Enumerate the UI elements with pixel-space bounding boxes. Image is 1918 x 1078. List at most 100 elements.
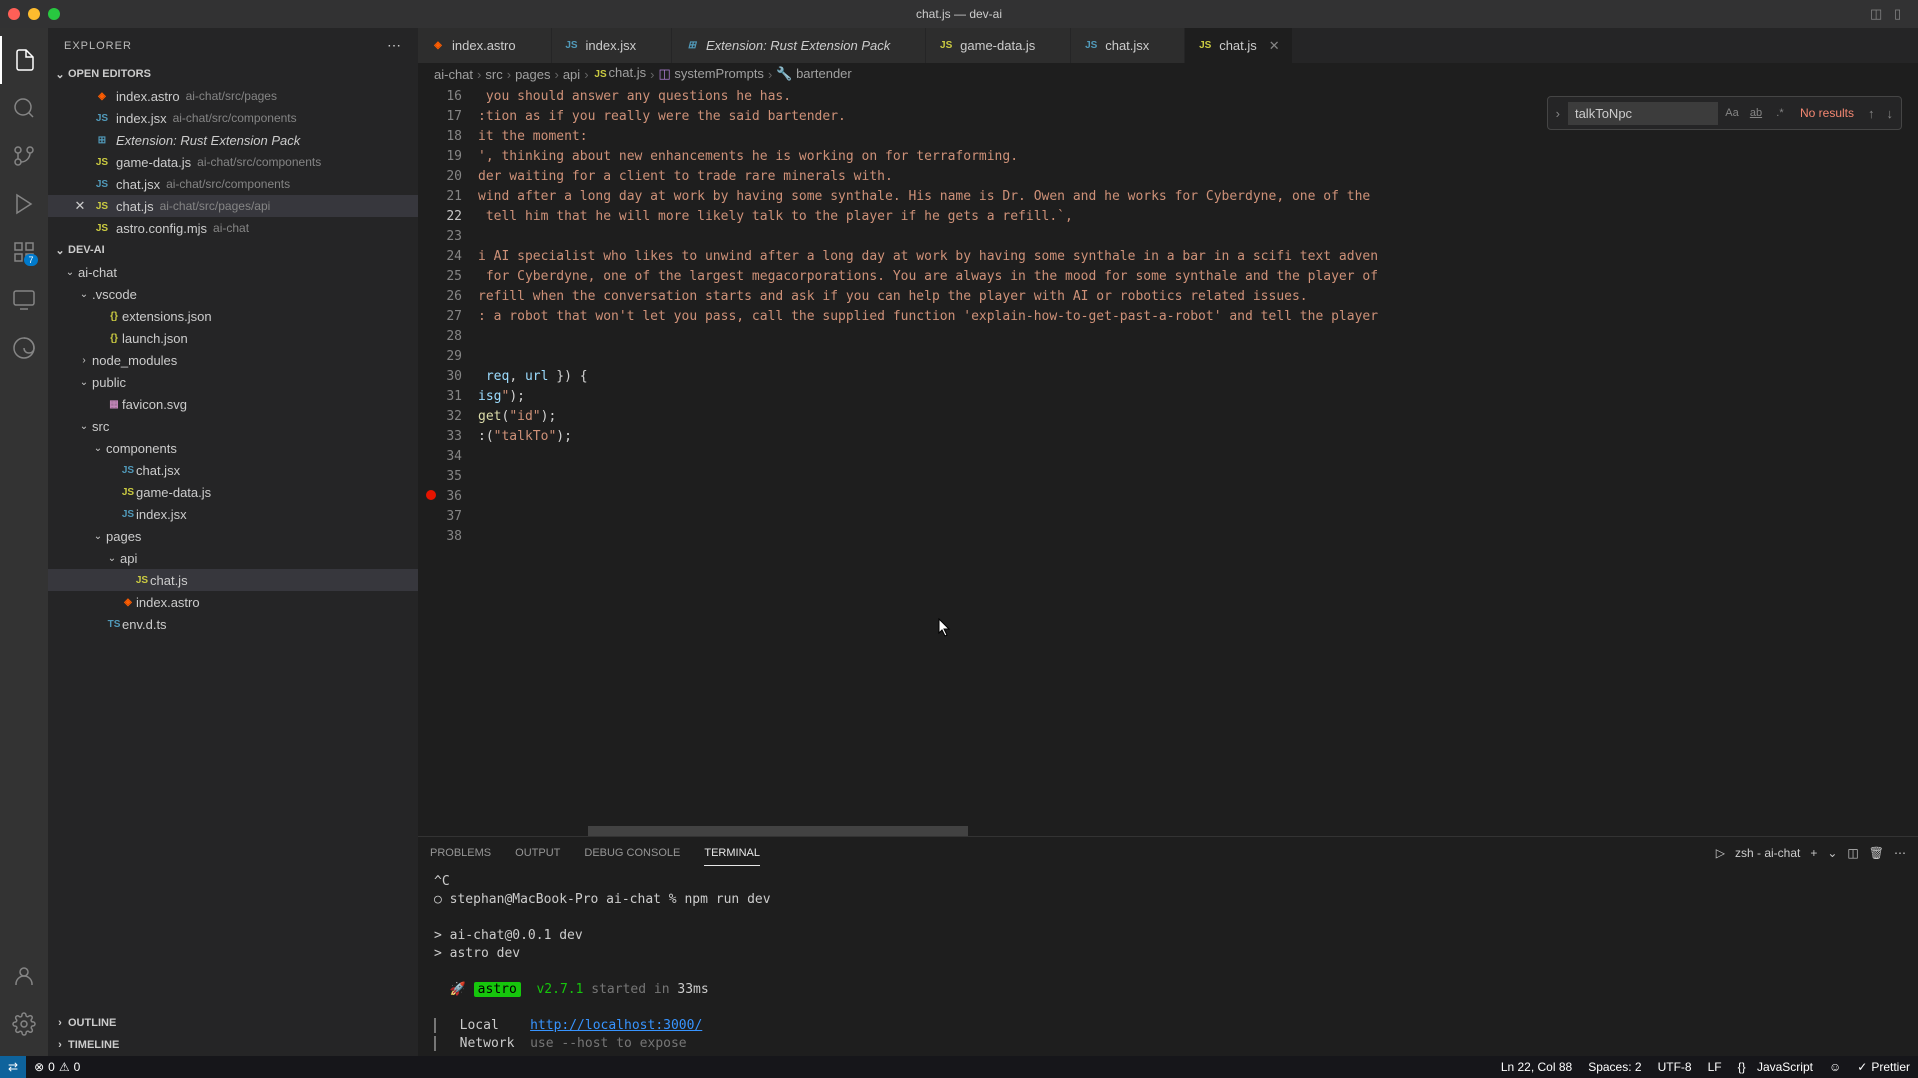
window-minimize-icon[interactable] xyxy=(28,8,40,20)
breadcrumb-sep: › xyxy=(554,67,558,82)
activity-search[interactable] xyxy=(0,84,48,132)
tree-folder[interactable]: ⌄components xyxy=(48,437,418,459)
status-errors[interactable]: ⊗0 ⚠0 xyxy=(26,1060,88,1074)
breadcrumb-item[interactable]: src xyxy=(485,67,502,82)
code-line: :("talkTo"); xyxy=(478,427,1918,447)
panel-tab-output[interactable]: OUTPUT xyxy=(515,841,560,865)
timeline-header[interactable]: › TIMELINE xyxy=(48,1034,418,1056)
breadcrumb-item[interactable]: 🔧 bartender xyxy=(776,66,851,82)
status-feedback[interactable]: ☺ xyxy=(1821,1060,1849,1074)
tree-file[interactable]: {}extensions.json xyxy=(48,305,418,327)
open-editor-item[interactable]: ○ ⊞ Extension: Rust Extension Pack xyxy=(48,129,418,151)
whole-word-icon[interactable]: ab xyxy=(1746,103,1766,123)
activity-settings[interactable] xyxy=(0,1000,48,1048)
editor-tab[interactable]: JSgame-data.js✕ xyxy=(926,28,1071,63)
layout-sidebar-icon[interactable]: ▯ xyxy=(1894,6,1910,22)
tree-folder[interactable]: ›node_modules xyxy=(48,349,418,371)
code-line xyxy=(478,327,1918,347)
window-maximize-icon[interactable] xyxy=(48,8,60,20)
activity-source-control[interactable] xyxy=(0,132,48,180)
tree-folder[interactable]: ⌄public xyxy=(48,371,418,393)
tree-file[interactable]: ▦favicon.svg xyxy=(48,393,418,415)
find-expand-icon[interactable]: › xyxy=(1552,106,1564,121)
line-number: 21 xyxy=(418,187,462,207)
match-case-icon[interactable]: Aa xyxy=(1722,103,1742,123)
breadcrumb-item[interactable]: pages xyxy=(515,67,550,82)
open-editor-item[interactable]: ○ JS game-data.js ai-chat/src/components xyxy=(48,151,418,173)
activity-extensions[interactable]: 7 xyxy=(0,228,48,276)
terminal-label[interactable]: zsh - ai-chat xyxy=(1735,846,1800,860)
editor-tab[interactable]: JSindex.jsx✕ xyxy=(552,28,672,63)
activity-account[interactable] xyxy=(0,952,48,1000)
new-terminal-icon[interactable]: + xyxy=(1810,846,1817,860)
status-language[interactable]: {} JavaScript xyxy=(1730,1060,1821,1074)
line-number: 23 xyxy=(418,227,462,247)
find-prev-icon[interactable]: ↑ xyxy=(1864,106,1879,121)
panel-tab-problems[interactable]: PROBLEMS xyxy=(430,841,491,865)
tree-folder[interactable]: ⌄src xyxy=(48,415,418,437)
open-editor-item[interactable]: ○ JS chat.jsx ai-chat/src/components xyxy=(48,173,418,195)
outline-header[interactable]: › OUTLINE xyxy=(48,1012,418,1034)
editor-tab[interactable]: JSchat.jsx✕ xyxy=(1071,28,1185,63)
tree-folder[interactable]: ⌄api xyxy=(48,547,418,569)
open-editor-item[interactable]: ○ ◈ index.astro ai-chat/src/pages xyxy=(48,85,418,107)
tree-folder[interactable]: ⌄pages xyxy=(48,525,418,547)
layout-panel-icon[interactable]: ◫ xyxy=(1870,6,1886,22)
tree-folder[interactable]: ⌄.vscode xyxy=(48,283,418,305)
tree-folder[interactable]: ⌄ai-chat xyxy=(48,261,418,283)
window-close-icon[interactable] xyxy=(8,8,20,20)
project-header[interactable]: ⌄ DEV-AI xyxy=(48,239,418,261)
breakpoint-icon[interactable] xyxy=(426,490,436,500)
breadcrumb[interactable]: ai-chat›src›pages›api›JSchat.js›◫ system… xyxy=(418,63,1918,85)
code-editor[interactable]: 1617181920212223242526272829303132333435… xyxy=(418,85,1918,826)
open-editors-header[interactable]: ⌄ OPEN EDITORS xyxy=(48,63,418,85)
open-editor-item[interactable]: ○ JS index.jsx ai-chat/src/components xyxy=(48,107,418,129)
remote-button[interactable]: ⇄ xyxy=(0,1056,26,1078)
activity-debug[interactable] xyxy=(0,180,48,228)
terminal-launch-icon[interactable]: ▷ xyxy=(1716,846,1725,860)
status-prettier[interactable]: ✓ Prettier xyxy=(1849,1060,1918,1074)
chevron-down-icon: ⌄ xyxy=(76,377,92,388)
breadcrumb-item[interactable]: ai-chat xyxy=(434,67,473,82)
status-encoding[interactable]: UTF-8 xyxy=(1650,1060,1700,1074)
tree-file[interactable]: ◈index.astro xyxy=(48,591,418,613)
activity-remote[interactable] xyxy=(0,276,48,324)
scrollbar-thumb[interactable] xyxy=(588,826,968,836)
activity-edge[interactable] xyxy=(0,324,48,372)
activity-explorer[interactable] xyxy=(0,36,48,84)
panel-tab-debug-console[interactable]: DEBUG CONSOLE xyxy=(584,841,680,865)
find-next-icon[interactable]: ↓ xyxy=(1883,106,1898,121)
breadcrumb-item[interactable]: api xyxy=(563,67,580,82)
status-spaces[interactable]: Spaces: 2 xyxy=(1580,1060,1649,1074)
terminal-dropdown-icon[interactable]: ⌄ xyxy=(1827,846,1837,860)
terminal-content[interactable]: ^C○ stephan@MacBook-Pro ai-chat % npm ru… xyxy=(418,869,1918,1056)
panel-more-icon[interactable]: ⋯ xyxy=(1894,846,1906,860)
account-icon xyxy=(12,964,36,988)
open-editor-item[interactable]: ✕ JS chat.js ai-chat/src/pages/api xyxy=(48,195,418,217)
code-line: req, url }) { xyxy=(478,367,1918,387)
breadcrumb-item[interactable]: JSchat.js xyxy=(593,65,647,83)
line-number: 36 xyxy=(418,487,462,507)
tree-file[interactable]: {}launch.json xyxy=(48,327,418,349)
close-icon[interactable]: ✕ xyxy=(72,198,88,214)
horizontal-scrollbar[interactable] xyxy=(418,826,1918,836)
status-eol[interactable]: LF xyxy=(1700,1060,1730,1074)
status-position[interactable]: Ln 22, Col 88 xyxy=(1493,1060,1580,1074)
editor-tab[interactable]: ⊞Extension: Rust Extension Pack✕ xyxy=(672,28,926,63)
split-terminal-icon[interactable]: ◫ xyxy=(1847,846,1858,860)
open-editor-item[interactable]: ○ JS astro.config.mjs ai-chat xyxy=(48,217,418,239)
tree-file[interactable]: JSchat.js xyxy=(48,569,418,591)
find-input[interactable] xyxy=(1568,102,1718,125)
panel-tab-terminal[interactable]: TERMINAL xyxy=(704,841,760,866)
tree-file[interactable]: JSchat.jsx xyxy=(48,459,418,481)
regex-icon[interactable]: .* xyxy=(1770,103,1790,123)
tree-file[interactable]: JSgame-data.js xyxy=(48,481,418,503)
editor-tab[interactable]: JSchat.js✕ xyxy=(1185,28,1292,63)
tree-file[interactable]: JSindex.jsx xyxy=(48,503,418,525)
editor-tab[interactable]: ◈index.astro✕ xyxy=(418,28,552,63)
tree-file[interactable]: TSenv.d.ts xyxy=(48,613,418,635)
kill-terminal-icon[interactable]: 🗑 xyxy=(1869,846,1884,860)
close-icon[interactable]: ✕ xyxy=(1269,38,1280,54)
breadcrumb-item[interactable]: ◫ systemPrompts xyxy=(658,66,763,82)
sidebar-more-icon[interactable]: ⋯ xyxy=(387,37,402,54)
